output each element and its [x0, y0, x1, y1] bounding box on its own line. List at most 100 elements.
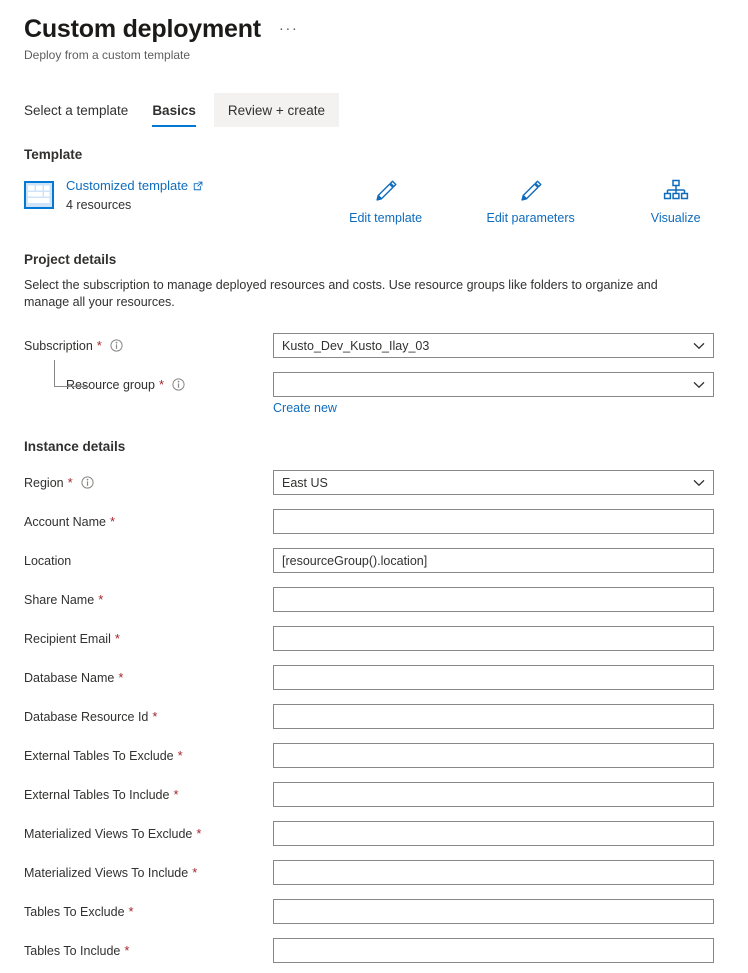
subscription-control: Kusto_Dev_Kusto_Ilay_03	[273, 333, 714, 358]
recipient-email-input[interactable]	[273, 626, 714, 651]
required-marker: *	[124, 942, 130, 958]
template-summary-row: Customized template 4 resources Edit tem…	[24, 176, 748, 232]
external-tables-to-include-control	[273, 782, 714, 807]
recipient-email-label-text: Recipient Email	[24, 631, 111, 646]
more-options-button[interactable]: ···	[279, 21, 299, 36]
tab-basics[interactable]: Basics	[142, 93, 206, 127]
database-resource-id-input[interactable]	[273, 704, 714, 729]
info-icon[interactable]	[172, 378, 185, 391]
region-control: East US	[273, 470, 714, 495]
materialized-views-to-exclude-label-text: Materialized Views To Exclude	[24, 826, 193, 841]
tab-label: Review + create	[227, 102, 326, 118]
required-marker: *	[114, 630, 120, 646]
recipient-email-label: Recipient Email *	[24, 632, 273, 646]
field-tables-to-exclude: Tables To Exclude *	[24, 899, 748, 924]
instance-details-fields: Region * East US Account Name * Location [reso…	[0, 470, 748, 963]
location-control: [resourceGroup().location]	[273, 548, 714, 573]
database-resource-id-control	[273, 704, 714, 729]
tree-connector	[54, 360, 90, 387]
share-name-input[interactable]	[273, 587, 714, 612]
share-name-label-text: Share Name	[24, 592, 95, 607]
field-share-name: Share Name *	[24, 587, 748, 612]
required-marker: *	[118, 669, 124, 685]
field-subscription: Subscription * Kusto_Dev_Kusto_Ilay_03	[24, 333, 748, 358]
required-marker: *	[196, 825, 202, 841]
database-name-label: Database Name *	[24, 671, 273, 685]
required-marker: *	[192, 864, 198, 880]
location-value: [resourceGroup().location]	[282, 553, 428, 568]
materialized-views-to-exclude-input[interactable]	[273, 821, 714, 846]
required-marker: *	[177, 747, 183, 763]
tables-to-include-label-text: Tables To Include	[24, 943, 121, 958]
page-title: Custom deployment	[24, 15, 261, 43]
section-heading-instance-details: Instance details	[24, 439, 126, 454]
section-heading-project-details: Project details	[24, 252, 117, 267]
template-grid-icon	[24, 181, 54, 209]
tables-to-exclude-input[interactable]	[273, 899, 714, 924]
edit-template-label: Edit template	[349, 211, 423, 225]
tables-to-include-input[interactable]	[273, 938, 714, 963]
recipient-email-control	[273, 626, 714, 651]
tables-to-include-control	[273, 938, 714, 963]
subscription-label: Subscription *	[24, 339, 273, 353]
share-name-label: Share Name *	[24, 593, 273, 607]
database-resource-id-label-text: Database Resource Id	[24, 709, 149, 724]
location-label: Location	[24, 554, 273, 568]
database-name-label-text: Database Name	[24, 670, 115, 685]
database-resource-id-label: Database Resource Id *	[24, 710, 273, 724]
materialized-views-to-exclude-label: Materialized Views To Exclude *	[24, 827, 273, 841]
customized-template-link[interactable]: Customized template	[66, 177, 203, 195]
title-row: Custom deployment ···	[24, 14, 748, 44]
info-icon[interactable]	[81, 476, 94, 489]
database-name-input[interactable]	[273, 665, 714, 690]
resource-group-dropdown[interactable]	[273, 372, 714, 397]
subscription-label-text: Subscription	[24, 338, 93, 353]
share-name-control	[273, 587, 714, 612]
chevron-down-icon	[693, 339, 705, 353]
region-label: Region *	[24, 476, 273, 490]
section-heading-template: Template	[24, 147, 83, 162]
field-database-name: Database Name *	[24, 665, 748, 690]
hierarchy-icon	[663, 176, 689, 206]
edit-parameters-label: Edit parameters	[486, 211, 575, 225]
required-marker: *	[128, 903, 134, 919]
field-region: Region * East US	[24, 470, 748, 495]
materialized-views-to-include-input[interactable]	[273, 860, 714, 885]
materialized-views-to-include-label: Materialized Views To Include *	[24, 866, 273, 880]
tab-review-create[interactable]: Review + create	[213, 93, 340, 127]
edit-template-button[interactable]: Edit template	[338, 176, 433, 225]
visualize-button[interactable]: Visualize	[628, 176, 723, 225]
info-icon[interactable]	[110, 339, 123, 352]
tab-bar: Select a template Basics Review + create	[24, 93, 748, 127]
page-subtitle: Deploy from a custom template	[24, 48, 191, 62]
external-tables-to-exclude-input[interactable]	[273, 743, 714, 768]
field-materialized-views-to-exclude: Materialized Views To Exclude *	[24, 821, 748, 846]
tab-select-a-template[interactable]: Select a template	[24, 93, 142, 127]
required-marker: *	[109, 513, 116, 529]
field-account-name: Account Name *	[24, 509, 748, 534]
subscription-dropdown[interactable]: Kusto_Dev_Kusto_Ilay_03	[273, 333, 714, 358]
field-external-tables-to-include: External Tables To Include *	[24, 782, 748, 807]
required-marker: *	[173, 786, 179, 802]
external-tables-to-include-label-text: External Tables To Include	[24, 787, 170, 802]
customized-template-label: Customized template	[66, 178, 189, 193]
field-resource-group: Resource group *	[24, 360, 748, 397]
edit-parameters-button[interactable]: Edit parameters	[483, 176, 578, 225]
required-marker: *	[152, 708, 158, 724]
field-location: Location [resourceGroup().location]	[24, 548, 748, 573]
required-marker: *	[98, 591, 104, 607]
resource-group-label: Resource group *	[24, 360, 273, 392]
tables-to-exclude-label-text: Tables To Exclude	[24, 904, 125, 919]
region-dropdown[interactable]: East US	[273, 470, 714, 495]
location-input[interactable]: [resourceGroup().location]	[273, 548, 714, 573]
tables-to-exclude-label: Tables To Exclude *	[24, 905, 273, 919]
tables-to-include-label: Tables To Include *	[24, 944, 273, 958]
create-new-resource-group-link[interactable]: Create new	[273, 401, 748, 415]
field-tables-to-include: Tables To Include *	[24, 938, 748, 963]
external-tables-to-include-input[interactable]	[273, 782, 714, 807]
tables-to-exclude-control	[273, 899, 714, 924]
field-recipient-email: Recipient Email *	[24, 626, 748, 651]
materialized-views-to-exclude-control	[273, 821, 714, 846]
account-name-input[interactable]	[273, 509, 714, 534]
visualize-label: Visualize	[650, 211, 701, 225]
